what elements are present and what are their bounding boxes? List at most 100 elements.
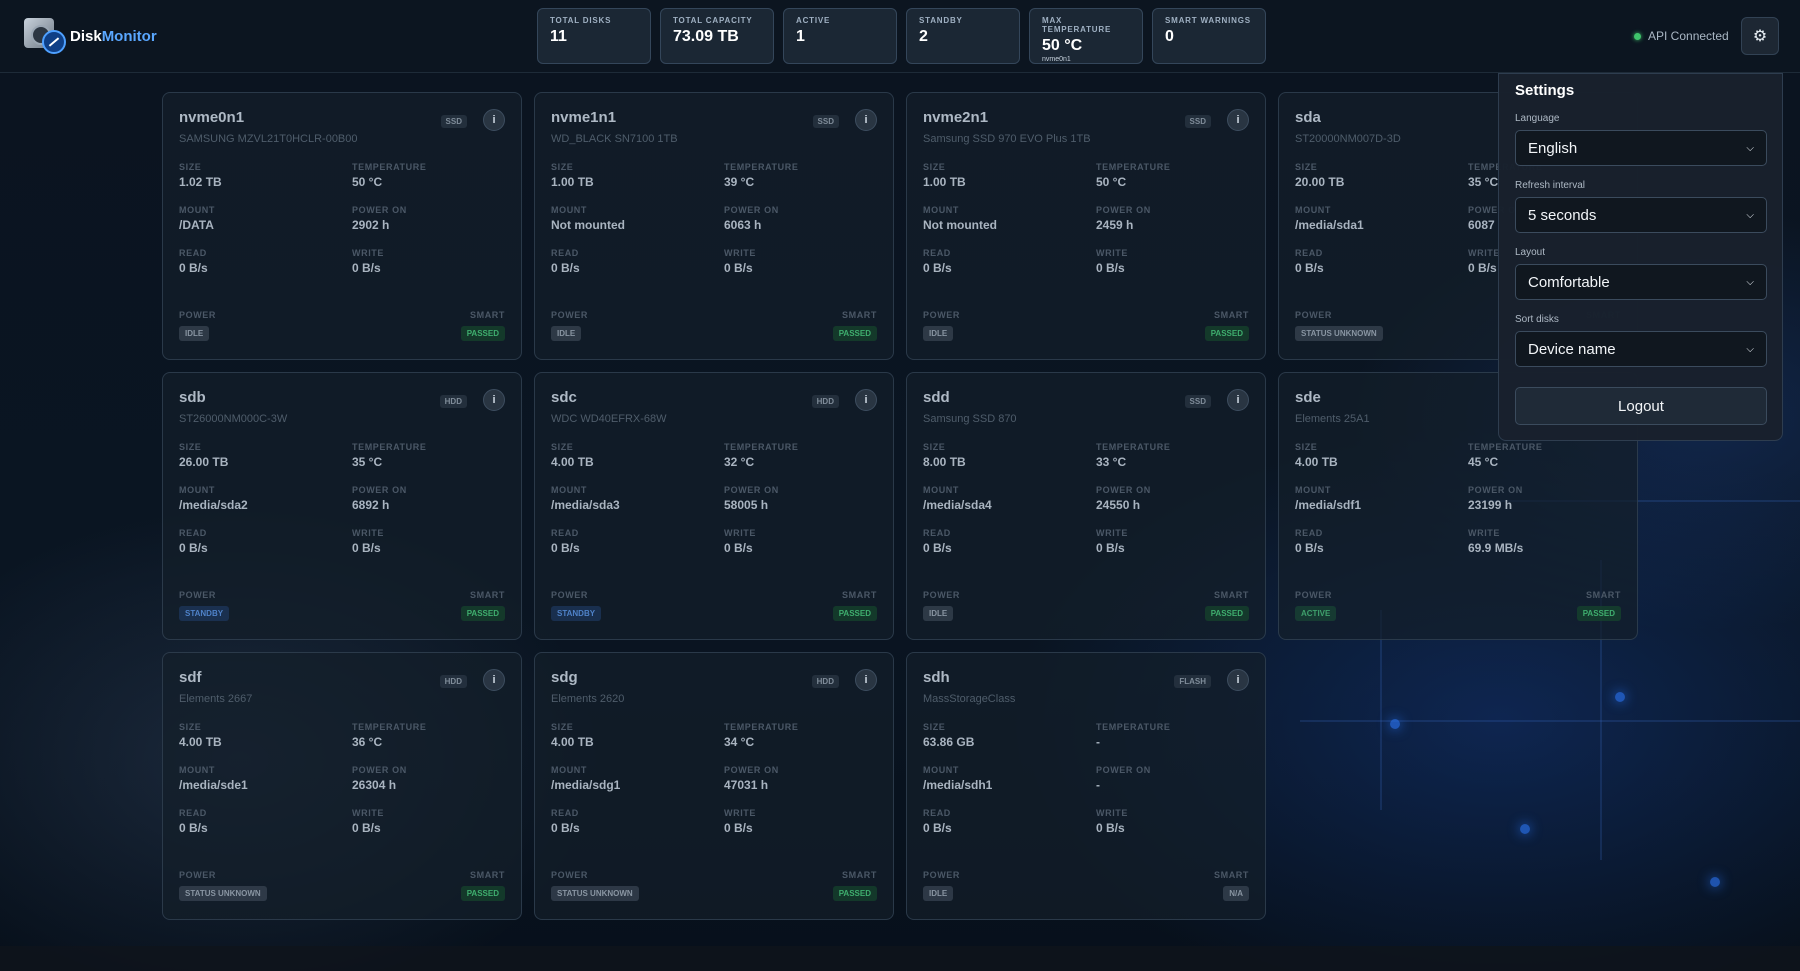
app-logo[interactable]: DiskMonitor (24, 16, 157, 56)
disk-name: sdg (551, 669, 578, 686)
temperature-field: TEMPERATURE 33 °C (1096, 442, 1256, 469)
app-title: DiskMonitor (70, 27, 157, 45)
size-field: SIZE 4.00 TB (551, 442, 711, 469)
temperature-value: 34 °C (724, 735, 755, 749)
footer-bar (0, 946, 1800, 971)
write-value: 0 B/s (724, 541, 753, 555)
mount-field: MOUNT/media/sda1 (1295, 205, 1455, 232)
write-field: WRITE 0 B/s (1096, 248, 1256, 275)
stat-value: 50 °C (1042, 37, 1083, 54)
info-icon[interactable]: i (1227, 109, 1249, 131)
size-value: 4.00 TB (551, 455, 594, 469)
write-field: WRITE 0 B/s (724, 808, 884, 835)
temperature-field: TEMPERATURE 50 °C (1096, 162, 1256, 189)
info-icon[interactable]: i (855, 109, 877, 131)
info-icon[interactable]: i (1227, 669, 1249, 691)
write-value: 0 B/s (1096, 821, 1125, 835)
read-value: 0 B/s (1295, 541, 1324, 555)
size-value: 4.00 TB (179, 735, 222, 749)
language-select[interactable]: English ⌵ (1515, 130, 1767, 166)
power-state-badge: STANDBY (551, 606, 602, 621)
read-field: READ 0 B/s (923, 808, 1083, 835)
temperature-field: TEMPERATURE - (1096, 722, 1256, 749)
power-on-value: 6892 h (352, 498, 390, 512)
size-field: SIZE 63.86 GB (923, 722, 1083, 749)
write-field: WRITE 0 B/s (1096, 808, 1256, 835)
read-field: READ 0 B/s (179, 248, 339, 275)
disk-name: nvme2n1 (923, 109, 989, 126)
chevron-down-icon: ⌵ (1746, 142, 1754, 154)
logout-button[interactable]: Logout (1515, 387, 1767, 425)
power-label: POWER (1295, 590, 1333, 600)
disk-card[interactable]: sdf Elements 2667 HDD i SIZE 4.00 TB TEMPERATU… (162, 652, 522, 920)
disk-card[interactable]: nvme2n1 Samsung SSD 970 EVO Plus 1TB SSD i S… (906, 92, 1266, 360)
read-value: 0 B/s (551, 541, 580, 555)
size-value: 4.00 TB (1295, 455, 1338, 469)
disk-card[interactable]: nvme0n1 SAMSUNG MZVL21T0HCLR-00B00 SSD i SIZ… (162, 92, 522, 360)
mount-value: /media/sda3 (551, 498, 620, 512)
info-icon[interactable]: i (1227, 389, 1249, 411)
disk-name: sde (1295, 389, 1321, 406)
size-value: 4.00 TB (551, 735, 594, 749)
disk-card[interactable]: sdd Samsung SSD 870 SSD i SIZE 8.00 TB TEMPERA… (906, 372, 1266, 640)
power-state-badge: IDLE (923, 606, 954, 621)
write-value: 0 B/s (724, 821, 753, 835)
disk-card[interactable]: sdc WDC WD40EFRX-68W HDD i SIZE 4.00 TB TEMPER… (534, 372, 894, 640)
stat-value: 11 (550, 28, 567, 45)
temperature-field: TEMPERATURE 50 °C (352, 162, 512, 189)
mount-value: /media/sda2 (179, 498, 248, 512)
refresh-interval-select[interactable]: 5 seconds ⌵ (1515, 197, 1767, 233)
mount-value: /media/sdf1 (1295, 498, 1362, 512)
size-value: 63.86 GB (923, 735, 975, 749)
disk-type-badge: HDD (439, 675, 467, 688)
power-label: POWER (179, 870, 217, 880)
info-icon[interactable]: i (483, 669, 505, 691)
read-value: 0 B/s (179, 541, 208, 555)
power-state-badge: STATUS UNKNOWN (551, 886, 639, 901)
disk-type-badge: SSD (440, 115, 467, 128)
write-field: WRITE 69.9 MB/s (1468, 528, 1628, 555)
disk-model: ST20000NM007D-3D (1295, 133, 1401, 145)
smart-status-badge: PASSED (832, 886, 877, 901)
power-label: POWER (179, 310, 217, 320)
size-field: SIZE 1.00 TB (923, 162, 1083, 189)
disk-name: sdd (923, 389, 950, 406)
settings-panel: Settings Language English ⌵ Refresh inter… (1498, 73, 1783, 441)
info-icon[interactable]: i (855, 389, 877, 411)
disk-card[interactable]: nvme1n1 WD_BLACK SN7100 1TB SSD i SIZE 1.00 T… (534, 92, 894, 360)
power-on-field: POWER ON 2459 h (1096, 205, 1256, 232)
power-on-value: 47031 h (724, 778, 769, 792)
layout-select[interactable]: Comfortable ⌵ (1515, 264, 1767, 300)
disk-name: sdc (551, 389, 577, 406)
write-field: WRITE 0 B/s (724, 248, 884, 275)
disk-card[interactable]: sdb ST26000NM000C-3W HDD i SIZE 26.00 TB TEMPE… (162, 372, 522, 640)
smart-status-badge: PASSED (832, 326, 877, 341)
info-icon[interactable]: i (855, 669, 877, 691)
disk-card[interactable]: sdg Elements 2620 HDD i SIZE 4.00 TB TEMPERATU… (534, 652, 894, 920)
info-icon[interactable]: i (483, 109, 505, 131)
disk-name: nvme0n1 (179, 109, 245, 126)
size-field: SIZE 4.00 TB (179, 722, 339, 749)
temperature-value: 39 °C (724, 175, 755, 189)
write-value: 69.9 MB/s (1468, 541, 1524, 555)
temperature-value: 50 °C (1096, 175, 1127, 189)
write-field: WRITE 0 B/s (724, 528, 884, 555)
power-on-value: 26304 h (352, 778, 397, 792)
size-value: 1.00 TB (923, 175, 966, 189)
sort-disks-select[interactable]: Device name ⌵ (1515, 331, 1767, 367)
settings-button[interactable]: ⚙ (1741, 17, 1779, 55)
disk-model: Samsung SSD 970 EVO Plus 1TB (923, 133, 1091, 145)
stat-card: STANDBY 2 (906, 8, 1020, 64)
mount-value: /DATA (179, 218, 214, 232)
power-on-field: POWER ON 47031 h (724, 765, 884, 792)
read-value: 0 B/s (551, 261, 580, 275)
power-on-value: 58005 h (724, 498, 769, 512)
read-field: READ 0 B/s (1295, 248, 1455, 275)
disk-model: Samsung SSD 870 (923, 413, 1017, 425)
info-icon[interactable]: i (483, 389, 505, 411)
disk-card[interactable]: sdh MassStorageClass FLASH i SIZE 63.86 GB TEM… (906, 652, 1266, 920)
mount-field: MOUNT/media/sda4 (923, 485, 1083, 512)
write-value: 0 B/s (352, 541, 381, 555)
language-label: Language (1515, 113, 1560, 124)
temperature-value: 32 °C (724, 455, 755, 469)
